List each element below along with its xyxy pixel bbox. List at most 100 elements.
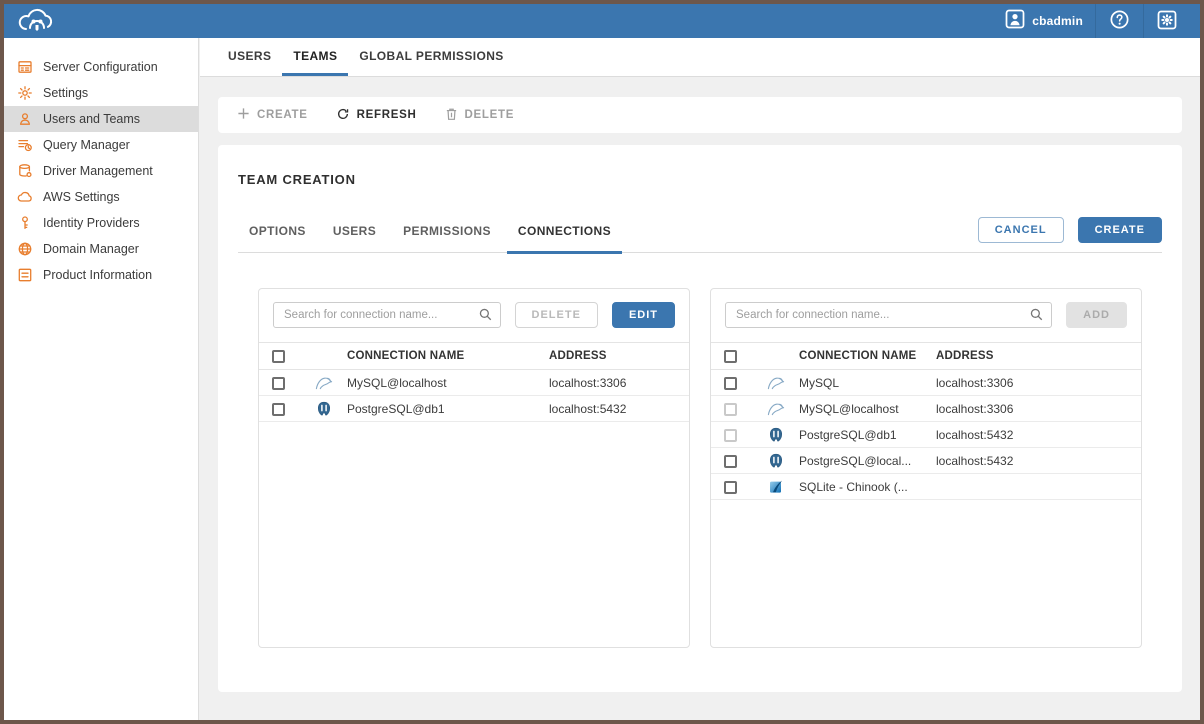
teams-toolbar: CREATE REFRESH DELETE: [218, 97, 1182, 133]
sidebar-item-label: Users and Teams: [43, 112, 140, 126]
mysql-icon: [767, 375, 785, 389]
gear-icon: [1157, 10, 1177, 33]
team-creation-tab-options[interactable]: OPTIONS: [238, 224, 317, 254]
tab-teams[interactable]: TEAMS: [282, 38, 348, 76]
sidebar-item-product-information[interactable]: Product Information: [4, 262, 198, 288]
row-checkbox[interactable]: [724, 377, 737, 390]
team-creation-title: TEAM CREATION: [238, 145, 1162, 187]
sqlite-icon: [768, 479, 784, 493]
column-header-connection-name: CONNECTION NAME: [799, 343, 936, 370]
sidebar-item-identity-providers[interactable]: Identity Providers: [4, 210, 198, 236]
team-creation-tab-users[interactable]: USERS: [322, 224, 387, 254]
user-menu[interactable]: cbadmin: [993, 9, 1095, 34]
admin-tabbar: USERSTEAMSGLOBAL PERMISSIONS: [200, 38, 1200, 77]
sidebar-item-label: AWS Settings: [43, 190, 120, 204]
refresh-button[interactable]: REFRESH: [336, 107, 417, 124]
user-icon: [16, 111, 33, 127]
server-config-icon: [16, 59, 33, 75]
gear-icon: [16, 85, 33, 101]
toolbar-button-label: REFRESH: [357, 109, 417, 121]
tab-users[interactable]: USERS: [217, 38, 282, 76]
row-checkbox[interactable]: [724, 429, 737, 442]
postgresql-icon: [768, 427, 784, 441]
row-checkbox[interactable]: [272, 403, 285, 416]
connection-name-cell: MySQL: [799, 370, 936, 396]
sidebar-item-label: Identity Providers: [43, 216, 140, 230]
cloud-icon: [16, 189, 33, 205]
team-creation-tab-permissions[interactable]: PERMISSIONS: [392, 224, 502, 254]
sidebar-item-server-configuration[interactable]: Server Configuration: [4, 54, 198, 80]
connection-search-input[interactable]: [273, 302, 501, 328]
connection-search: [273, 302, 501, 328]
key-icon: [16, 215, 33, 231]
teams-content: CREATE REFRESH DELETE TEAM CREATION OPTION…: [200, 77, 1200, 692]
address-cell: [936, 474, 1141, 500]
mysql-icon: [315, 375, 333, 389]
sidebar-item-query-manager[interactable]: Query Manager: [4, 132, 198, 158]
search-icon: [1029, 307, 1044, 327]
sidebar-item-label: Server Configuration: [43, 60, 158, 74]
postgresql-icon: [768, 453, 784, 467]
sidebar-item-domain-manager[interactable]: Domain Manager: [4, 236, 198, 262]
row-checkbox[interactable]: [724, 455, 737, 468]
create-button[interactable]: CREATE: [237, 107, 308, 123]
edit-connection-button[interactable]: EDIT: [612, 302, 675, 328]
sidebar-item-label: Product Information: [43, 268, 152, 282]
info-icon: [16, 267, 33, 283]
toolbar-button-label: DELETE: [465, 109, 515, 121]
sidebar: Server Configuration Settings Users and Te…: [4, 38, 199, 720]
sidebar-item-aws-settings[interactable]: AWS Settings: [4, 184, 198, 210]
delete-connection-button[interactable]: DELETE: [515, 302, 598, 328]
address-cell: localhost:3306: [936, 396, 1141, 422]
sidebar-item-driver-management[interactable]: Driver Management: [4, 158, 198, 184]
row-checkbox[interactable]: [724, 481, 737, 494]
trash-icon: [445, 107, 458, 124]
team-creation-card: TEAM CREATION OPTIONSUSERSPERMISSIONSCON…: [218, 145, 1182, 692]
search-icon: [478, 307, 493, 327]
connection-name-cell: PostgreSQL@local...: [799, 448, 936, 474]
team-connections-toolbar: DELETE EDIT: [259, 289, 689, 342]
connection-search: [725, 302, 1052, 328]
sidebar-item-label: Settings: [43, 86, 88, 100]
team-connections-table: CONNECTION NAME ADDRESS MySQL@localhostl…: [259, 342, 689, 422]
cloudbeaver-logo[interactable]: [14, 4, 60, 38]
topbar: cbadmin: [4, 4, 1200, 38]
tab-global-permissions[interactable]: GLOBAL PERMISSIONS: [348, 38, 514, 76]
refresh-icon: [336, 107, 350, 124]
row-checkbox[interactable]: [724, 403, 737, 416]
connection-row[interactable]: SQLite - Chinook (...: [711, 474, 1141, 500]
row-checkbox[interactable]: [272, 377, 285, 390]
team-creation-tabs-row: OPTIONSUSERSPERMISSIONSCONNECTIONS CANCE…: [238, 207, 1162, 253]
address-cell: localhost:3306: [936, 370, 1141, 396]
connection-row[interactable]: PostgreSQL@local...localhost:5432: [711, 448, 1141, 474]
connection-row[interactable]: MySQL@localhostlocalhost:3306: [711, 396, 1141, 422]
database-icon: [16, 163, 33, 179]
select-all-checkbox[interactable]: [724, 350, 737, 363]
connection-search-input[interactable]: [725, 302, 1052, 328]
team-connections-panel: DELETE EDIT CONNECTION NAME ADDRESS: [258, 288, 690, 648]
connection-row[interactable]: PostgreSQL@db1localhost:5432: [711, 422, 1141, 448]
sidebar-item-settings[interactable]: Settings: [4, 80, 198, 106]
connection-row[interactable]: MySQL@localhostlocalhost:3306: [259, 370, 689, 396]
admin-settings-button[interactable]: [1144, 4, 1190, 38]
connection-row[interactable]: PostgreSQL@db1localhost:5432: [259, 396, 689, 422]
sidebar-item-label: Query Manager: [43, 138, 130, 152]
column-header-connection-name: CONNECTION NAME: [347, 343, 549, 370]
postgresql-icon: [316, 401, 332, 415]
team-creation-actions: CANCEL CREATE: [978, 217, 1162, 243]
connection-row[interactable]: MySQLlocalhost:3306: [711, 370, 1141, 396]
create-button[interactable]: CREATE: [1078, 217, 1162, 243]
username: cbadmin: [1032, 14, 1083, 28]
cancel-button[interactable]: CANCEL: [978, 217, 1064, 243]
help-button[interactable]: [1096, 4, 1143, 38]
connection-name-cell: SQLite - Chinook (...: [799, 474, 936, 500]
delete-button[interactable]: DELETE: [445, 107, 515, 124]
address-cell: localhost:3306: [549, 370, 689, 396]
select-all-checkbox[interactable]: [272, 350, 285, 363]
sidebar-item-users-and-teams[interactable]: Users and Teams: [4, 106, 198, 132]
add-connection-button[interactable]: ADD: [1066, 302, 1127, 328]
toolbar-button-label: CREATE: [257, 109, 308, 121]
team-creation-tab-connections[interactable]: CONNECTIONS: [507, 224, 622, 254]
mysql-icon: [767, 401, 785, 415]
column-header-address: ADDRESS: [549, 343, 689, 370]
